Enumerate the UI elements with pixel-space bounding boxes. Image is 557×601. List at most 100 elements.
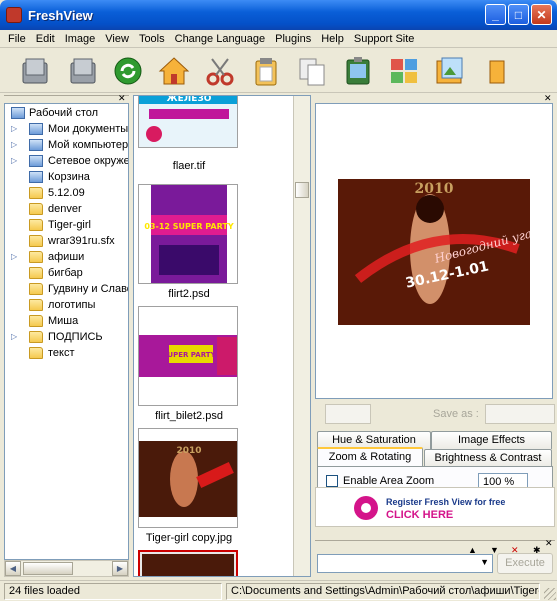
tree-item[interactable]: Миша xyxy=(5,313,128,329)
action-pane-header xyxy=(315,540,555,548)
folder-icon xyxy=(29,283,43,295)
tree-item[interactable]: Гудвину и Славе xyxy=(5,281,128,297)
menu-edit[interactable]: Edit xyxy=(31,31,60,47)
folder-icon xyxy=(29,219,43,231)
tab-image-effects[interactable]: Image Effects xyxy=(431,431,552,449)
banner-line2: CLICK HERE xyxy=(386,509,454,521)
tree-item[interactable]: бигбар xyxy=(5,265,128,281)
menu-file[interactable]: File xyxy=(3,31,31,47)
tree-item-label: Мой компьютер xyxy=(48,139,129,151)
minimize-button[interactable]: _ xyxy=(485,4,506,25)
folder-pane-close-icon[interactable]: ✕ xyxy=(118,94,126,103)
paste-icon[interactable] xyxy=(248,53,283,88)
toolbar xyxy=(0,49,557,93)
refresh-icon[interactable] xyxy=(110,53,145,88)
tree-item[interactable]: логотипы xyxy=(5,297,128,313)
tab-brightness-contrast[interactable]: Brightness & Contrast xyxy=(424,449,552,467)
tree-item-label: wrar391ru.sfx xyxy=(48,235,115,247)
expand-icon[interactable]: ▷ xyxy=(11,121,17,137)
chevron-down-icon: ▼ xyxy=(480,557,489,567)
format-field[interactable] xyxy=(325,404,371,424)
tree-item-label: ПОДПИСЬ xyxy=(48,331,103,343)
thumbnails-vertical-scrollbar[interactable] xyxy=(293,96,310,576)
folder-icon xyxy=(29,235,43,247)
enable-area-zoom-checkbox[interactable] xyxy=(326,475,338,487)
home-icon[interactable] xyxy=(156,53,191,88)
menu-tools[interactable]: Tools xyxy=(134,31,170,47)
tab-zoom-rotating[interactable]: Zoom & Rotating xyxy=(317,447,423,467)
tree-item[interactable]: текст xyxy=(5,345,128,361)
menu-view[interactable]: View xyxy=(100,31,134,47)
folder-icon xyxy=(29,315,43,327)
tree-item-label: текст xyxy=(48,347,75,359)
copy-icon[interactable] xyxy=(294,53,329,88)
image-preview: 2010 Новогодний угар 30.12-1.01 xyxy=(315,103,553,399)
tree-item-label: denver xyxy=(48,203,82,215)
zoom-value-field[interactable]: 100 % xyxy=(478,473,528,487)
tree-item[interactable]: ▷ афиши xyxy=(5,249,128,265)
menu-support-site[interactable]: Support Site xyxy=(349,31,420,47)
zoom-panel: Enable Area Zoom 100 % xyxy=(317,466,553,488)
tree-item[interactable]: ▷ Мои документы xyxy=(5,121,128,137)
scroll-thumb[interactable] xyxy=(23,562,73,575)
tree-item[interactable]: wrar391ru.sfx xyxy=(5,233,128,249)
action-row: ▼ Execute xyxy=(315,552,555,574)
tree-item[interactable]: ▷ Мой компьютер xyxy=(5,137,128,153)
action-pane-close-icon[interactable]: ✕ xyxy=(545,539,553,548)
slideshow-icon[interactable] xyxy=(340,53,375,88)
preview-image[interactable]: 2010 Новогодний угар 30.12-1.01 xyxy=(338,179,530,325)
execute-button[interactable]: Execute xyxy=(497,553,553,574)
register-banner[interactable]: Register Fresh View for free CLICK HERE xyxy=(315,487,555,527)
tree-item[interactable]: 5.12.09 xyxy=(5,185,128,201)
tree-item-label: афиши xyxy=(48,251,85,263)
menu-image[interactable]: Image xyxy=(60,31,101,47)
expand-icon[interactable]: ▷ xyxy=(11,249,17,265)
tree-item[interactable]: Tiger-girl xyxy=(5,217,128,233)
image-viewer-icon[interactable] xyxy=(432,53,467,88)
folder-icon xyxy=(29,331,43,343)
maximize-button[interactable]: □ xyxy=(508,4,529,25)
menu-change-language[interactable]: Change Language xyxy=(170,31,271,47)
tree-item[interactable]: Корзина xyxy=(5,169,128,185)
folder-back-icon[interactable] xyxy=(18,53,53,88)
more-icon[interactable] xyxy=(478,53,513,88)
tree-root[interactable]: Рабочий стол xyxy=(5,105,128,121)
tree-horizontal-scrollbar[interactable]: ◀ ▶ xyxy=(4,560,129,577)
save-as-field[interactable] xyxy=(485,404,555,424)
tree-item-label: логотипы xyxy=(48,299,96,311)
tree-item-label: Мои документы xyxy=(48,123,129,135)
cut-icon[interactable] xyxy=(202,53,237,88)
menu-plugins[interactable]: Plugins xyxy=(270,31,316,47)
thumbnail-frame: 03-12 SUPER PARTY xyxy=(138,184,238,284)
action-select[interactable]: ▼ xyxy=(317,554,493,573)
close-button[interactable]: ✕ xyxy=(531,4,552,25)
menu-help[interactable]: Help xyxy=(316,31,349,47)
folder-icon xyxy=(29,347,43,359)
folder-icon xyxy=(29,299,43,311)
thumb2-poster-text: 03-12 SUPER PARTY xyxy=(144,222,233,231)
expand-icon[interactable]: ▷ xyxy=(11,153,17,169)
expand-icon[interactable]: ▷ xyxy=(11,137,17,153)
thumbnail-frame: SUPER PARTY xyxy=(138,306,238,406)
thumb1-poster-text: ЖЕЛЕЗО xyxy=(167,95,212,104)
thumbnail-frame: ЖЕЛЕЗО xyxy=(138,95,238,148)
thumbnails-icon[interactable] xyxy=(386,53,421,88)
tree-item[interactable]: ▷ ПОДПИСЬ xyxy=(5,329,128,345)
menu-bar: File Edit Image View Tools Change Langua… xyxy=(0,30,557,48)
preview-pane-close-icon[interactable]: ✕ xyxy=(544,94,552,103)
folder-forward-icon[interactable] xyxy=(64,53,99,88)
tree-item-label: Tiger-girl xyxy=(48,219,91,231)
tree-item[interactable]: denver xyxy=(5,201,128,217)
scroll-right-button[interactable]: ▶ xyxy=(112,561,128,576)
tree-item-label: 5.12.09 xyxy=(48,187,85,199)
scroll-left-button[interactable]: ◀ xyxy=(5,561,21,576)
thumbnail-item-selected[interactable] xyxy=(138,550,238,576)
expand-icon[interactable]: ▷ xyxy=(11,329,17,345)
enable-area-zoom-label: Enable Area Zoom xyxy=(343,475,435,487)
resize-grip[interactable] xyxy=(544,588,556,600)
file-count: 24 files loaded xyxy=(4,583,222,600)
current-path: C:\Documents and Settings\Admin\Рабочий … xyxy=(226,583,540,600)
scroll-thumb[interactable] xyxy=(295,182,309,198)
tree-item[interactable]: ▷ Сетевое окружение xyxy=(5,153,128,169)
status-bar: 24 files loaded C:\Documents and Setting… xyxy=(0,580,557,601)
